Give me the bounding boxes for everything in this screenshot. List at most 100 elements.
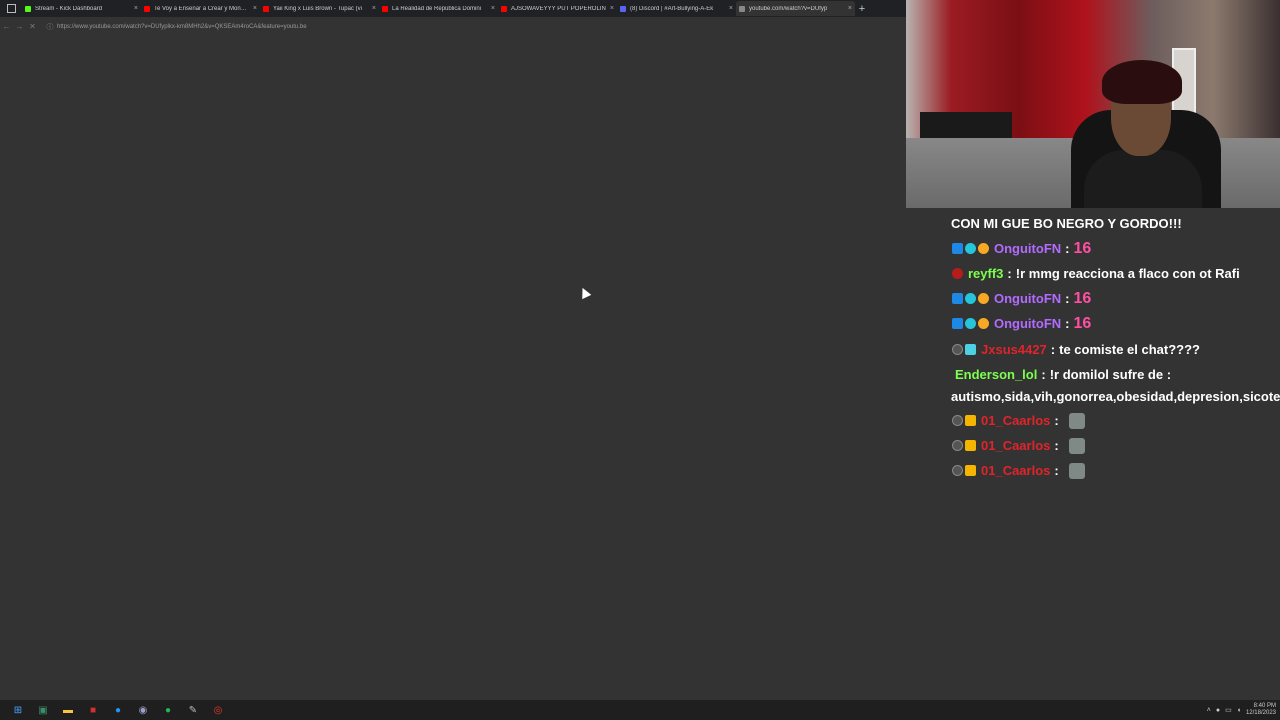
- chat-message: autismo,sida,vih,gonorrea,obesidad,depre…: [951, 384, 1280, 409]
- taskbar-edge-icon[interactable]: ●: [111, 703, 125, 717]
- site-info-icon[interactable]: ⓘ: [45, 22, 55, 32]
- taskbar-app-red-icon[interactable]: ■: [86, 703, 100, 717]
- chat-separator: :: [1054, 438, 1059, 453]
- chat-badge-blue-icon: [952, 293, 963, 304]
- chat-badge-crown-icon: [965, 440, 976, 451]
- chat-text: 16: [1073, 289, 1092, 307]
- chat-username[interactable]: 01_Caarlos: [981, 463, 1050, 478]
- chat-badge-dark-icon: [952, 440, 963, 451]
- tab-close-icon[interactable]: ×: [491, 5, 495, 12]
- back-icon[interactable]: ←: [0, 22, 13, 31]
- mic-icon[interactable]: ●: [1216, 707, 1220, 714]
- volume-icon[interactable]: ◖: [1237, 707, 1241, 714]
- chat-message: 01_Caarlos:: [952, 408, 1087, 433]
- tab-title: youtube.com/watch?v=DUfyp: [749, 5, 828, 12]
- chat-separator: :: [1054, 463, 1059, 478]
- tab-favicon-icon: [620, 5, 626, 12]
- reload-icon[interactable]: ✕: [26, 22, 39, 31]
- tab-title: La Realidad de República Domini: [392, 5, 482, 12]
- webcam-overlay: [906, 0, 1280, 208]
- tab-close-icon[interactable]: ×: [253, 5, 257, 12]
- browser-tab[interactable]: (8) Discord | #Art-Bullying-A-Ek ×: [617, 1, 736, 16]
- chat-separator: :: [1050, 342, 1056, 357]
- forward-icon[interactable]: →: [13, 22, 26, 31]
- chat-badge-cyan-icon: [965, 293, 976, 304]
- new-tab-button[interactable]: +: [855, 3, 869, 15]
- tab-close-icon[interactable]: ×: [134, 5, 138, 12]
- browser-tab[interactable]: youtube.com/watch?v=DUfyp ×: [736, 1, 855, 16]
- taskbar-app-pen-icon[interactable]: ✎: [186, 703, 200, 717]
- window-menu-icon[interactable]: [0, 0, 22, 17]
- tab-favicon-icon: [144, 5, 150, 12]
- chat-username[interactable]: OnguitoFN: [994, 241, 1061, 256]
- chat-username[interactable]: Jxsus4427: [981, 342, 1047, 357]
- chat-separator: :: [1065, 241, 1070, 256]
- chat-emote-icon: [1068, 437, 1085, 454]
- chat-message: OnguitoFN:16: [952, 311, 1091, 336]
- chat-message: CON MI GUE BO NEGRO Y GORDO!!!: [951, 211, 1182, 236]
- tab-title: Stream - Kick Dashboard: [35, 5, 103, 12]
- chat-badge-grid-icon: [965, 344, 976, 355]
- chat-separator: :: [1054, 413, 1059, 428]
- tab-title: Yaii King x Luis Brown - Tupac (vi: [273, 5, 362, 12]
- address-bar: ← → ✕ ⓘ https://www.youtube.com/watch?v=…: [0, 17, 906, 36]
- url-field[interactable]: https://www.youtube.com/watch?v=DUfyplkx…: [57, 24, 307, 30]
- taskbar-file-explorer-icon[interactable]: ▬: [61, 703, 75, 717]
- tab-favicon-icon: [25, 5, 31, 12]
- chat-username[interactable]: 01_Caarlos: [981, 438, 1050, 453]
- tab-title: AJSOWAVEYYY PUT POPEROLIN: [511, 5, 606, 12]
- browser-tab-bar: Stream - Kick Dashboard × Te Voy a Enseñar…: [0, 0, 906, 17]
- browser-tab[interactable]: Yaii King x Luis Brown - Tupac (vi ×: [260, 1, 379, 16]
- chat-text: !r mmg reacciona a flaco con ot Rafi: [1015, 266, 1240, 281]
- browser-tab[interactable]: AJSOWAVEYYY PUT POPEROLIN ×: [498, 1, 617, 16]
- chat-message: OnguitoFN:16: [952, 286, 1091, 311]
- taskbar-terminal-icon[interactable]: ▣: [36, 703, 50, 717]
- taskbar-obs-icon[interactable]: ◉: [136, 703, 150, 717]
- streamer-bonnet: [1102, 60, 1182, 104]
- tab-close-icon[interactable]: ×: [610, 5, 614, 12]
- mouse-cursor-icon: [578, 285, 592, 300]
- chat-text: CON MI GUE BO NEGRO Y GORDO!!!: [951, 216, 1182, 231]
- chat-badge-crown-icon: [965, 465, 976, 476]
- chat-separator: :: [1041, 367, 1046, 382]
- chat-badge-gold-icon: [978, 243, 989, 254]
- chat-badge-gold-icon: [978, 293, 989, 304]
- chat-username[interactable]: reyff3: [968, 266, 1003, 281]
- browser-tab[interactable]: Te Voy a Enseñar a Crear y Monetiz ×: [141, 1, 260, 16]
- browser-tab[interactable]: Stream - Kick Dashboard ×: [22, 1, 141, 16]
- tab-title: (8) Discord | #Art-Bullying-A-Ek: [630, 5, 714, 12]
- chat-text: autismo,sida,vih,gonorrea,obesidad,depre…: [951, 389, 1280, 404]
- network-icon[interactable]: ▭: [1225, 706, 1232, 714]
- tab-favicon-icon: [263, 5, 269, 12]
- tab-close-icon[interactable]: ×: [372, 5, 376, 12]
- tab-close-icon[interactable]: ×: [729, 5, 733, 12]
- chat-text: te comiste el chat????: [1059, 342, 1200, 357]
- chat-emote-icon: [1068, 462, 1085, 479]
- chat-text: !r domilol sufre de :: [1049, 367, 1172, 382]
- chat-badge-gold-icon: [978, 318, 989, 329]
- chat-badge-dark-icon: [952, 344, 963, 355]
- chat-text: 16: [1073, 314, 1092, 332]
- chat-message: reyff3: !r mmg reacciona a flaco con ot R…: [952, 261, 1240, 286]
- chat-separator: :: [1007, 266, 1012, 281]
- chat-text: 16: [1073, 239, 1092, 257]
- chat-emote-icon: [1068, 412, 1085, 429]
- taskbar-windows-start-icon[interactable]: ⊞: [11, 703, 25, 717]
- taskbar: ⊞ ▣ ▬ ■ ● ◉ ● ✎ ◎ ˄ ● ▭ ◖ 8:40 PM 12/18/2023: [0, 700, 1280, 720]
- tab-close-icon[interactable]: ×: [848, 5, 852, 12]
- clock[interactable]: 8:40 PM 12/18/2023: [1246, 703, 1276, 717]
- chat-badge-cyan-icon: [965, 318, 976, 329]
- browser-tab[interactable]: La Realidad de República Domini ×: [379, 1, 498, 16]
- taskbar-spotify-icon[interactable]: ●: [161, 703, 175, 717]
- chat-separator: :: [1065, 316, 1070, 331]
- chat-username[interactable]: OnguitoFN: [994, 291, 1061, 306]
- chat-badge-dark-icon: [952, 415, 963, 426]
- tab-favicon-icon: [382, 5, 388, 12]
- chat-username[interactable]: 01_Caarlos: [981, 413, 1050, 428]
- chat-username[interactable]: Enderson_lol: [955, 367, 1037, 382]
- taskbar-chrome-icon[interactable]: ◎: [211, 703, 225, 717]
- chat-message: 01_Caarlos:: [952, 433, 1087, 458]
- tray-chevron-icon[interactable]: ˄: [1207, 707, 1211, 714]
- tab-favicon-icon: [739, 5, 745, 12]
- chat-username[interactable]: OnguitoFN: [994, 316, 1061, 331]
